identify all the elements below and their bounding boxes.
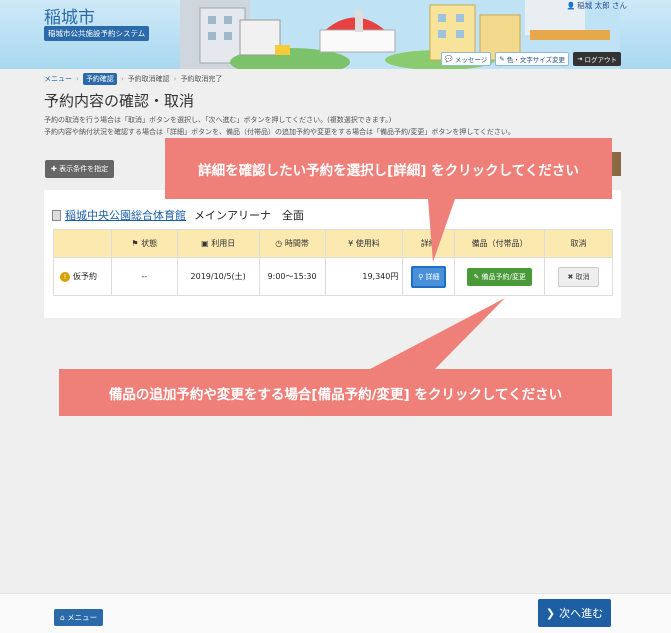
plus-icon: ✚ (51, 165, 57, 173)
warning-icon: ! (60, 272, 70, 282)
facility-heading: 稲城中央公園総合体育館 メインアリーナ 全面 (52, 207, 304, 223)
header-date: ▣ 利用日 (176, 229, 260, 258)
equipment-callout: 備品の追加予約や変更をする場合[備品予約/変更] をクリックしてください (59, 369, 612, 416)
pencil-icon: ✎ (473, 272, 482, 281)
breadcrumb-separator: › (76, 75, 79, 83)
instruction-text: 予約内容や納付状況を確認する場合は「詳細」ボタンを、備品（付帯品）の追加予約や変… (44, 128, 515, 136)
city-name: 稲城市 (44, 8, 95, 28)
logout-icon: ⇥ (577, 55, 583, 63)
detail-callout: 詳細を確認したい予約を選択し[詳細] をクリックしてください (165, 138, 612, 199)
breadcrumb-separator: › (173, 75, 177, 83)
header-equipment: 備品（付帯品） (454, 229, 546, 258)
header-status: ⚑ 状態 (110, 229, 178, 258)
status-text: 仮予約 (73, 272, 97, 281)
logout-label: ログアウト (584, 56, 618, 64)
detail-cell: ⚲ 詳細 (402, 257, 456, 296)
date-cell: 2019/10/5(土) (176, 257, 260, 296)
calendar-icon: ▣ (201, 239, 212, 248)
header-detail: 詳細 (402, 229, 456, 258)
message-icon: 💬 (444, 55, 453, 63)
table-header-row: ⚑ 状態 ▣ 利用日 ◷ 時間帯 ¥ 使用料 詳細 備品（付帯品） 取消 (53, 229, 613, 258)
close-icon: ✖ (567, 272, 576, 281)
system-name-badge: 稲城市公共施設予約システム (44, 26, 150, 41)
pencil-icon: ✎ (499, 55, 505, 63)
display-condition-label: 表示条件を指定 (59, 165, 109, 173)
logout-button[interactable]: ⇥ ログアウト (573, 52, 621, 66)
color-size-button[interactable]: ✎ 色・文字サイズ変更 (495, 52, 570, 66)
header-time: ◷ 時間帯 (258, 229, 326, 258)
status-cell: ! 仮予約 (53, 257, 112, 296)
dash-cell: -- (110, 257, 178, 296)
breadcrumb-step: 予約取消完了 (180, 75, 223, 83)
header-blank (53, 229, 112, 258)
color-size-label: 色・文字サイズ変更 (506, 56, 566, 64)
display-condition-button[interactable]: ✚ 表示条件を指定 (45, 160, 115, 178)
next-button-label: 次へ進む (559, 607, 604, 620)
breadcrumb: メニュー › 予約確認 › 予約取消確認 › 予約取消完了 (44, 73, 222, 85)
detail-button[interactable]: ⚲ 詳細 (411, 265, 447, 288)
page-title: 予約内容の確認・取消 (44, 92, 195, 110)
header-buttons: 💬 メッセージ ✎ 色・文字サイズ変更 ⇥ ログアウト (440, 52, 621, 66)
instruction-text: 予約の取消を行う場合は「取消」ボタンを選択し、「次へ進む」ボタンを押してください… (44, 116, 392, 124)
message-label: メッセージ (454, 56, 488, 64)
time-cell: 9:00～15:30 (258, 257, 326, 296)
cancel-button[interactable]: ✖ 取消 (558, 266, 599, 287)
next-button[interactable]: ❯ 次へ進む (538, 599, 611, 627)
facility-name-link[interactable]: 稲城中央公園総合体育館 (65, 207, 186, 223)
header-fee: ¥ 使用料 (324, 229, 404, 258)
site-header: 稲城市 稲城市公共施設予約システム 稲城 太郎 さん 💬 メッセージ ✎ 色・文… (0, 0, 671, 69)
room-name: メインアリーナ 全面 (194, 209, 304, 222)
message-button[interactable]: 💬 メッセージ (440, 52, 492, 66)
reservation-table: ⚑ 状態 ▣ 利用日 ◷ 時間帯 ¥ 使用料 詳細 備品（付帯品） 取消 ! 仮予… (53, 229, 613, 296)
equipment-button[interactable]: ✎ 備品予約/変更 (467, 267, 532, 286)
cancel-cell: ✖ 取消 (544, 257, 613, 296)
yen-icon: ¥ (348, 239, 356, 248)
flag-icon: ⚑ (131, 239, 142, 248)
breadcrumb-separator: › (120, 75, 124, 83)
chevron-right-icon: ❯ (545, 606, 556, 620)
fee-cell: 19,340円 (324, 257, 404, 296)
breadcrumb-menu[interactable]: メニュー (44, 74, 72, 84)
menu-button[interactable]: ⌂ メニュー (54, 609, 104, 626)
clock-icon: ◷ (275, 239, 285, 248)
header-cancel: 取消 (544, 229, 613, 258)
user-name: 稲城 太郎 さん (567, 0, 627, 11)
equipment-cell: ✎ 備品予約/変更 (454, 257, 546, 296)
breadcrumb-step: 予約取消確認 (127, 75, 170, 83)
breadcrumb-current: 予約確認 (82, 73, 117, 85)
menu-button-label: メニュー (67, 613, 98, 622)
table-row: ! 仮予約 -- 2019/10/5(土) 9:00～15:30 19,340円 … (53, 257, 613, 296)
building-icon (52, 209, 61, 221)
